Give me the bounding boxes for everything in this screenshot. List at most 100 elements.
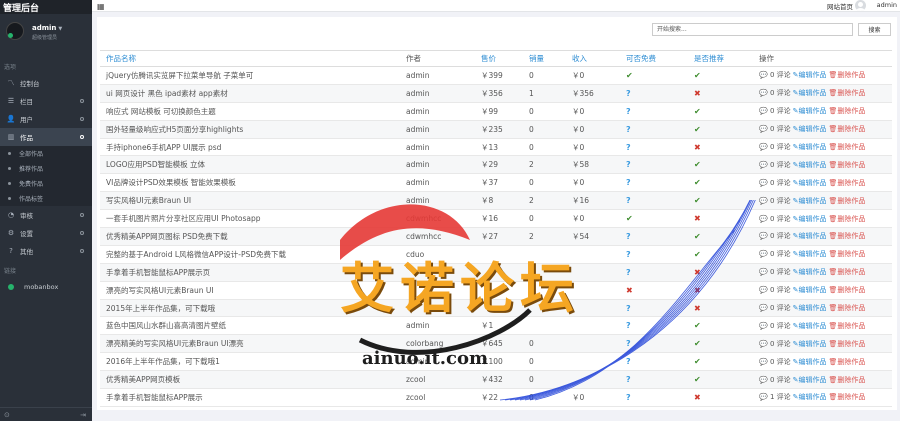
cell-free[interactable]: ? <box>620 84 688 103</box>
column-header[interactable]: 收入 <box>566 50 620 67</box>
comments-link[interactable]: 💬 0 评论 <box>759 304 791 312</box>
edit-work-link[interactable]: ✎编辑作品 <box>793 179 827 187</box>
user-panel[interactable]: admin ▼ 超级管理员 <box>0 14 92 56</box>
cell-recommend[interactable]: ✔ <box>688 352 753 372</box>
cell-free[interactable]: ? <box>620 120 688 139</box>
comments-link[interactable]: 💬 0 评论 <box>759 107 791 115</box>
cell-free[interactable]: ✖ <box>620 281 688 300</box>
cell-recommend[interactable]: ✔ <box>688 191 753 211</box>
delete-work-link[interactable]: 🗑删除作品 <box>829 215 866 223</box>
column-header[interactable]: 售价 <box>475 50 523 67</box>
cell-free[interactable]: ? <box>620 191 688 211</box>
delete-work-link[interactable]: 🗑删除作品 <box>829 286 866 294</box>
comments-link[interactable]: 💬 0 评论 <box>759 215 791 223</box>
comments-link[interactable]: 💬 0 评论 <box>759 232 791 240</box>
cell-recommend[interactable]: ✔ <box>688 102 753 121</box>
cell-free[interactable]: ? <box>620 370 688 390</box>
delete-work-link[interactable]: 🗑删除作品 <box>829 393 866 401</box>
cell-recommend[interactable]: ✔ <box>688 334 753 354</box>
edit-work-link[interactable]: ✎编辑作品 <box>793 71 827 79</box>
sidebar-subitem-free[interactable]: 免费作品 <box>0 176 92 191</box>
edit-work-link[interactable]: ✎编辑作品 <box>793 268 827 276</box>
comments-link[interactable]: 💬 0 评论 <box>759 358 791 366</box>
edit-work-link[interactable]: ✎编辑作品 <box>793 358 827 366</box>
cell-free[interactable]: ? <box>620 388 688 407</box>
cell-recommend[interactable]: ✖ <box>688 388 753 407</box>
sidebar-item-users[interactable]: 👤 用户 <box>0 110 92 128</box>
column-header[interactable]: 作品名称 <box>100 50 400 67</box>
comments-link[interactable]: 💬 0 评论 <box>759 143 791 151</box>
comments-link[interactable]: 💬 0 评论 <box>759 197 791 205</box>
cell-free[interactable]: ? <box>620 138 688 157</box>
cell-recommend[interactable]: ✔ <box>688 173 753 193</box>
edit-work-link[interactable]: ✎编辑作品 <box>793 250 827 258</box>
grid-menu-icon[interactable]: ▦ <box>97 2 105 11</box>
cell-free[interactable]: ? <box>620 352 688 372</box>
topbar-avatar[interactable] <box>855 0 866 11</box>
delete-work-link[interactable]: 🗑删除作品 <box>829 143 866 151</box>
delete-work-link[interactable]: 🗑删除作品 <box>829 322 866 330</box>
cell-free[interactable]: ? <box>620 263 688 282</box>
delete-work-link[interactable]: 🗑删除作品 <box>829 304 866 312</box>
cell-free[interactable]: ? <box>620 299 688 318</box>
delete-work-link[interactable]: 🗑删除作品 <box>829 71 866 79</box>
cell-recommend[interactable]: ✔ <box>688 120 753 139</box>
edit-work-link[interactable]: ✎编辑作品 <box>793 393 827 401</box>
edit-work-link[interactable]: ✎编辑作品 <box>793 215 827 223</box>
cell-recommend[interactable]: ✔ <box>688 316 753 336</box>
settings-icon[interactable]: ⊙ <box>4 411 10 419</box>
cell-recommend[interactable]: ✖ <box>688 84 753 103</box>
comments-link[interactable]: 💬 0 评论 <box>759 89 791 97</box>
comments-link[interactable]: 💬 0 评论 <box>759 179 791 187</box>
comments-link[interactable]: 💬 0 评论 <box>759 125 791 133</box>
edit-work-link[interactable]: ✎编辑作品 <box>793 107 827 115</box>
cell-free[interactable]: ✔ <box>620 66 688 85</box>
sidebar-subitem-all-works[interactable]: 全部作品 <box>0 146 92 161</box>
delete-work-link[interactable]: 🗑删除作品 <box>829 89 866 97</box>
cell-free[interactable]: ? <box>620 227 688 246</box>
sidebar-subitem-tags[interactable]: 作品标签 <box>0 191 92 206</box>
sidebar-item-dashboard[interactable]: 〽 控制台 <box>0 74 92 92</box>
column-header[interactable]: 可否免费 <box>620 50 688 67</box>
column-header[interactable]: 销量 <box>523 50 566 67</box>
column-header[interactable]: 是否推荐 <box>688 50 753 67</box>
delete-work-link[interactable]: 🗑删除作品 <box>829 179 866 187</box>
cell-recommend[interactable]: ✔ <box>688 370 753 390</box>
delete-work-link[interactable]: 🗑删除作品 <box>829 250 866 258</box>
edit-work-link[interactable]: ✎编辑作品 <box>793 125 827 133</box>
delete-work-link[interactable]: 🗑删除作品 <box>829 376 866 384</box>
cell-free[interactable]: ? <box>620 173 688 193</box>
search-button[interactable]: 搜索 <box>858 23 891 36</box>
edit-work-link[interactable]: ✎编辑作品 <box>793 286 827 294</box>
sidebar-item-columns[interactable]: ☰ 栏目 <box>0 92 92 110</box>
cell-free[interactable]: ? <box>620 155 688 175</box>
logout-icon[interactable]: ⇥ <box>80 411 86 419</box>
cell-recommend[interactable]: ✔ <box>688 227 753 246</box>
cell-recommend[interactable]: ✖ <box>688 281 753 300</box>
cell-recommend[interactable]: ✖ <box>688 138 753 157</box>
edit-work-link[interactable]: ✎编辑作品 <box>793 304 827 312</box>
cell-free[interactable]: ? <box>620 102 688 121</box>
cell-free[interactable]: ? <box>620 316 688 336</box>
cell-recommend[interactable]: ✔ <box>688 155 753 175</box>
comments-link[interactable]: 💬 0 评论 <box>759 161 791 169</box>
cell-recommend[interactable]: ✖ <box>688 263 753 282</box>
sidebar-item-settings[interactable]: ⚙ 设置 <box>0 224 92 242</box>
delete-work-link[interactable]: 🗑删除作品 <box>829 358 866 366</box>
delete-work-link[interactable]: 🗑删除作品 <box>829 125 866 133</box>
edit-work-link[interactable]: ✎编辑作品 <box>793 89 827 97</box>
delete-work-link[interactable]: 🗑删除作品 <box>829 232 866 240</box>
topbar-username[interactable]: admin <box>877 1 897 9</box>
search-input[interactable] <box>652 23 853 36</box>
comments-link[interactable]: 💬 0 评论 <box>759 340 791 348</box>
cell-free[interactable]: ? <box>620 334 688 354</box>
cell-recommend[interactable]: ✔ <box>688 245 753 264</box>
cell-recommend[interactable]: ✖ <box>688 209 753 229</box>
edit-work-link[interactable]: ✎编辑作品 <box>793 340 827 348</box>
delete-work-link[interactable]: 🗑删除作品 <box>829 107 866 115</box>
comments-link[interactable]: 💬 0 评论 <box>759 286 791 294</box>
edit-work-link[interactable]: ✎编辑作品 <box>793 161 827 169</box>
comments-link[interactable]: 💬 0 评论 <box>759 376 791 384</box>
delete-work-link[interactable]: 🗑删除作品 <box>829 340 866 348</box>
comments-link[interactable]: 💬 0 评论 <box>759 71 791 79</box>
